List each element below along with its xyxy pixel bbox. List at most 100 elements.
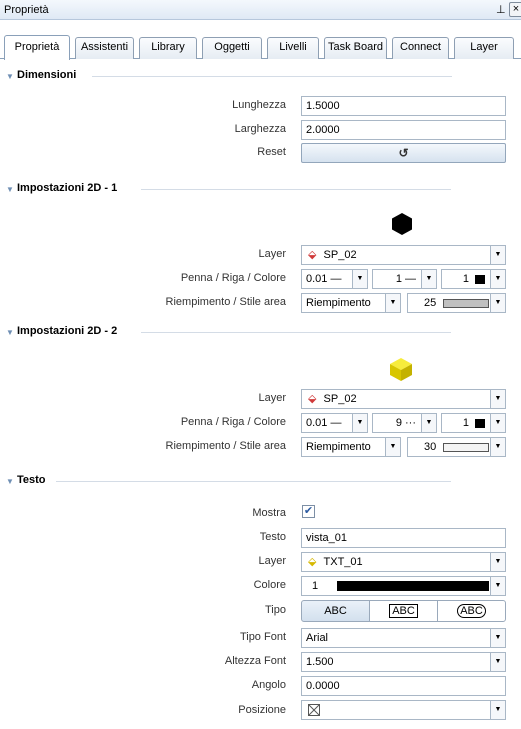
- line-select[interactable]: 9 ··· ▼: [372, 413, 437, 433]
- pen-value: 0.01 —: [306, 273, 342, 285]
- tab-livelli[interactable]: Livelli: [267, 37, 319, 59]
- pen-select[interactable]: 0.01 — ▼: [301, 413, 368, 433]
- layer-select[interactable]: ⬙ TXT_01 ▼: [301, 552, 506, 572]
- tab-proprieta[interactable]: Proprietà: [4, 35, 70, 60]
- section-dimensioni[interactable]: ▼ Dimensioni: [6, 69, 452, 85]
- tab-strip: Proprietà Assistenti Library Oggetti Liv…: [0, 20, 521, 61]
- color-value: 1: [462, 417, 469, 429]
- chevron-down-icon[interactable]: ▼: [490, 577, 505, 595]
- mostra-checkbox[interactable]: ✔: [302, 505, 315, 518]
- collapse-triangle-icon[interactable]: ▼: [6, 328, 14, 337]
- chevron-down-icon[interactable]: ▼: [352, 414, 367, 432]
- tab-assistenti[interactable]: Assistenti: [75, 37, 134, 59]
- tab-task-board[interactable]: Task Board: [324, 37, 387, 59]
- collapse-triangle-icon[interactable]: ▼: [6, 477, 14, 486]
- color-swatch: [475, 274, 485, 284]
- label-layer: Layer: [258, 392, 286, 404]
- area-style-select[interactable]: 30 ▼: [407, 437, 506, 457]
- label-penna: Penna / Riga / Colore: [180, 272, 286, 284]
- chevron-down-icon[interactable]: ▼: [490, 629, 505, 647]
- tipo-font-select[interactable]: Arial ▼: [301, 628, 506, 648]
- layer-icon: ⬙: [308, 249, 317, 261]
- fill-select[interactable]: Riempimento ▼: [301, 293, 401, 313]
- fill-value: Riempimento: [306, 441, 371, 453]
- chevron-down-icon[interactable]: ▼: [490, 390, 505, 408]
- label-riempimento: Riempimento / Stile area: [165, 296, 286, 308]
- pin-icon[interactable]: ⊥: [496, 3, 506, 16]
- color-select[interactable]: 1 ▼: [441, 269, 506, 289]
- anchor-position-icon: [308, 704, 320, 717]
- label-mostra: Mostra: [252, 507, 286, 519]
- chevron-down-icon[interactable]: ▼: [490, 553, 505, 571]
- yellow-cube-icon: [390, 358, 412, 381]
- chevron-down-icon[interactable]: ▼: [421, 270, 436, 288]
- section-impostazioni-2d-2[interactable]: ▼ Impostazioni 2D - 2: [6, 325, 451, 341]
- line-value: 1 —: [395, 273, 416, 285]
- larghezza-field[interactable]: 2.0000: [301, 120, 506, 140]
- angolo-field[interactable]: 0.0000: [301, 676, 506, 696]
- tab-layer[interactable]: Layer: [454, 37, 514, 59]
- chevron-down-icon[interactable]: ▼: [490, 270, 505, 288]
- section-title: Impostazioni 2D - 1: [17, 182, 118, 194]
- layer-icon: ⬙: [308, 556, 317, 568]
- area-value: 30: [424, 441, 437, 453]
- label-lunghezza: Lunghezza: [232, 99, 286, 111]
- color-swatch: [475, 418, 485, 428]
- chevron-down-icon[interactable]: ▼: [490, 438, 505, 456]
- label-testo: Testo: [259, 531, 286, 543]
- tab-connect[interactable]: Connect: [392, 37, 449, 59]
- tab-oggetti[interactable]: Oggetti: [202, 37, 262, 59]
- chevron-down-icon[interactable]: ▼: [490, 701, 505, 719]
- collapse-triangle-icon[interactable]: ▼: [6, 185, 14, 194]
- tab-library[interactable]: Library: [139, 37, 197, 59]
- line-select[interactable]: 1 — ▼: [372, 269, 437, 289]
- layer-select[interactable]: ⬙ SP_02 ▼: [301, 245, 506, 265]
- layer-icon: ⬙: [308, 393, 317, 405]
- section-impostazioni-2d-1[interactable]: ▼ Impostazioni 2D - 1: [6, 182, 451, 198]
- undo-icon: ↺: [398, 146, 409, 160]
- label-reset: Reset: [257, 146, 286, 158]
- area-style-select[interactable]: 25 ▼: [407, 293, 506, 313]
- fill-select[interactable]: Riempimento ▼: [301, 437, 401, 457]
- lunghezza-field[interactable]: 1.5000: [301, 96, 506, 116]
- color-select[interactable]: 1 ▼: [441, 413, 506, 433]
- posizione-select[interactable]: ▼: [301, 700, 506, 720]
- chevron-down-icon[interactable]: ▼: [490, 294, 505, 312]
- section-testo[interactable]: ▼ Testo: [6, 474, 451, 490]
- chevron-down-icon[interactable]: ▼: [385, 438, 400, 456]
- altezza-font-select[interactable]: 1.500 ▼: [301, 652, 506, 672]
- pen-value: 0.01 —: [306, 417, 342, 429]
- rounded-text: ABC: [457, 604, 486, 618]
- chevron-down-icon[interactable]: ▼: [352, 270, 367, 288]
- tipo-plain-button[interactable]: ABC: [301, 600, 370, 622]
- line-value: 9 ···: [395, 417, 416, 429]
- color-value: 1: [462, 273, 469, 285]
- layer-value: TXT_01: [323, 556, 363, 568]
- colore-select[interactable]: 1 ▼: [301, 576, 506, 596]
- colore-swatch: [337, 581, 490, 592]
- chevron-down-icon[interactable]: ▼: [421, 414, 436, 432]
- chevron-down-icon[interactable]: ▼: [490, 414, 505, 432]
- tipo-boxed-button[interactable]: ABC: [369, 600, 438, 622]
- label-penna: Penna / Riga / Colore: [180, 416, 286, 428]
- label-tipo: Tipo: [265, 604, 286, 616]
- label-colore: Colore: [253, 579, 286, 591]
- tipo-round-button[interactable]: ABC: [437, 600, 506, 622]
- tipo-font-value: Arial: [306, 632, 329, 644]
- section-title: Testo: [17, 474, 46, 486]
- close-icon[interactable]: ×: [509, 2, 521, 17]
- altezza-font-value: 1.500: [306, 656, 334, 668]
- pen-select[interactable]: 0.01 — ▼: [301, 269, 368, 289]
- chevron-down-icon[interactable]: ▼: [490, 246, 505, 264]
- label-altezza-font: Altezza Font: [224, 655, 286, 667]
- colore-value: 1: [312, 580, 319, 592]
- collapse-triangle-icon[interactable]: ▼: [6, 72, 14, 81]
- label-riempimento: Riempimento / Stile area: [165, 440, 286, 452]
- reset-button[interactable]: ↺: [301, 143, 506, 163]
- area-value: 25: [424, 297, 437, 309]
- label-angolo: Angolo: [251, 679, 286, 691]
- chevron-down-icon[interactable]: ▼: [385, 294, 400, 312]
- testo-field[interactable]: vista_01: [301, 528, 506, 548]
- layer-select[interactable]: ⬙ SP_02 ▼: [301, 389, 506, 409]
- chevron-down-icon[interactable]: ▼: [490, 653, 505, 671]
